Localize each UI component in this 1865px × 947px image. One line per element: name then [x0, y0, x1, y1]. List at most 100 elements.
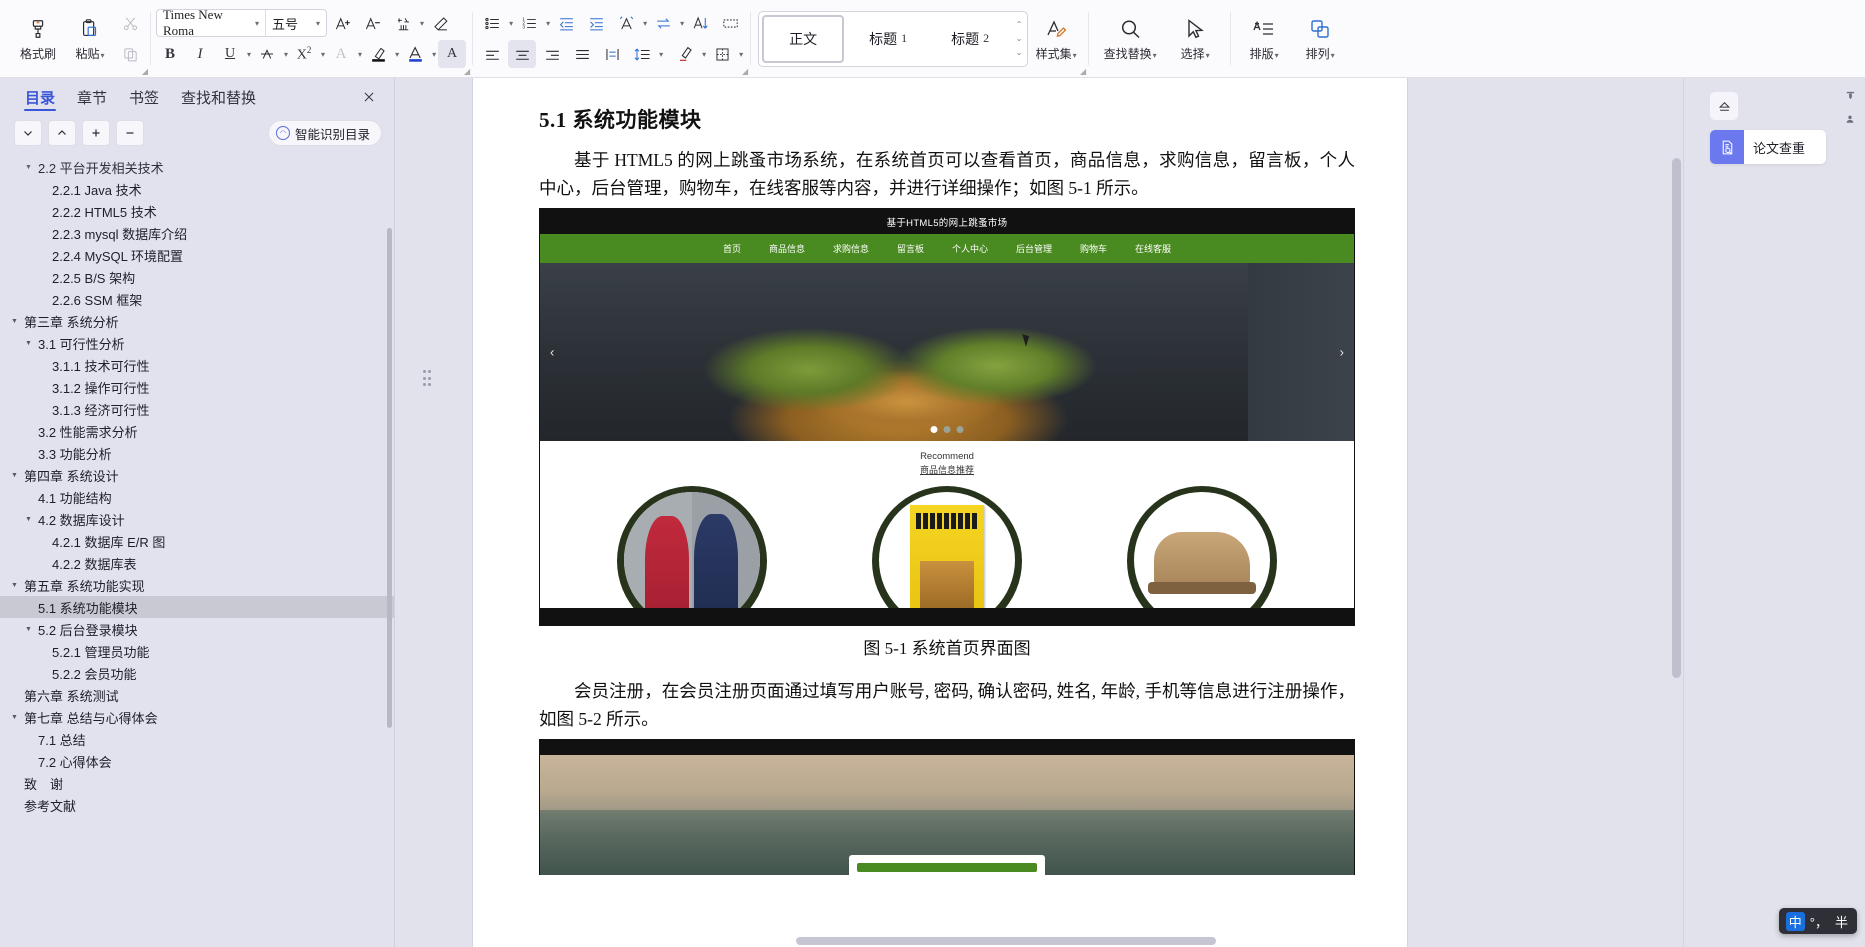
style-heading-1[interactable]: 标题 1: [847, 12, 929, 66]
character-shading-button[interactable]: A: [438, 40, 467, 68]
align-justify-button[interactable]: [568, 40, 596, 68]
increase-font-size-button[interactable]: [329, 9, 357, 37]
site-nav-item[interactable]: 购物车: [1066, 242, 1121, 255]
toc-item[interactable]: ▼ 3.1 可行性分析: [0, 332, 394, 354]
carousel-dot[interactable]: [956, 426, 964, 433]
show-paragraph-marks-button[interactable]: [716, 9, 744, 37]
chevron-down-icon[interactable]: ▾: [255, 19, 259, 28]
font-size-input[interactable]: 五号 ▾: [266, 14, 326, 33]
bold-button[interactable]: B: [156, 40, 184, 68]
toc-item[interactable]: ▼2.2.4 MySQL 环境配置: [0, 244, 394, 266]
chevron-down-icon[interactable]: ▼: [8, 582, 21, 589]
toc-item[interactable]: ▼2.2.2 HTML5 技术: [0, 200, 394, 222]
toc-item[interactable]: ▼2.2.3 mysql 数据库介绍: [0, 222, 394, 244]
line-spacing-button[interactable]: [628, 40, 656, 68]
chevron-down-icon[interactable]: ▾: [739, 50, 743, 59]
toc-item[interactable]: ▼4.2.2 数据库表: [0, 552, 394, 574]
site-nav-item[interactable]: 求购信息: [819, 242, 883, 255]
copy-button[interactable]: [116, 40, 144, 68]
superscript-button[interactable]: X2: [290, 40, 318, 68]
toc-item[interactable]: ▼参考文献: [0, 794, 394, 816]
style-set-button[interactable]: 样式集▾: [1030, 8, 1082, 70]
clear-format-button[interactable]: [426, 9, 454, 37]
style-scroll-up-icon[interactable]: ⌃: [1016, 20, 1023, 29]
chevron-down-icon[interactable]: ▾: [1153, 51, 1157, 60]
toc-item[interactable]: ▼3.3 功能分析: [0, 442, 394, 464]
plagiarism-check-button[interactable]: 论文查重: [1710, 130, 1826, 164]
clipboard-dialog-launcher[interactable]: ◢: [142, 67, 148, 76]
carousel-next-icon[interactable]: ›: [1340, 345, 1344, 360]
toc-item[interactable]: ▼3.1.1 技术可行性: [0, 354, 394, 376]
chevron-down-icon[interactable]: ▾: [680, 19, 684, 28]
toc-promote-button[interactable]: [82, 120, 110, 146]
toc-item[interactable]: ▼4.2.1 数据库 E/R 图: [0, 530, 394, 552]
strikethrough-button[interactable]: [253, 40, 281, 68]
chevron-down-icon[interactable]: ▼: [8, 714, 21, 721]
swap-direction-button[interactable]: [649, 9, 677, 37]
underline-button[interactable]: U: [216, 40, 244, 68]
toc-item[interactable]: ▼致 谢: [0, 772, 394, 794]
chevron-down-icon[interactable]: ▾: [1206, 51, 1210, 60]
chevron-down-icon[interactable]: ▼: [22, 164, 35, 171]
numbering-button[interactable]: 1 2 3: [515, 9, 543, 37]
document-scrollbar-thumb[interactable]: [1672, 158, 1681, 678]
toc-item[interactable]: ▼ 4.2 数据库设计: [0, 508, 394, 530]
carousel-prev-icon[interactable]: ‹: [550, 345, 554, 360]
text-direction-button[interactable]: [612, 9, 640, 37]
toc-item[interactable]: ▼ 5.2 后台登录模块: [0, 618, 394, 640]
chevron-down-icon[interactable]: ▾: [1331, 51, 1335, 60]
chevron-down-icon[interactable]: ▼: [22, 516, 35, 523]
sidebar-tab-find-replace[interactable]: 查找和替换: [170, 78, 267, 116]
toc-collapse-up-button[interactable]: [48, 120, 76, 146]
ime-mode-indicator[interactable]: 中: [1785, 911, 1805, 931]
chevron-down-icon[interactable]: ▾: [1275, 51, 1279, 60]
sidebar-tab-bookmarks[interactable]: 书签: [118, 78, 170, 116]
document-horizontal-scrollbar[interactable]: [796, 937, 1216, 945]
chevron-down-icon[interactable]: ▾: [284, 50, 288, 59]
increase-indent-button[interactable]: [582, 9, 610, 37]
panel-pin-icon[interactable]: [1843, 88, 1857, 102]
chevron-down-icon[interactable]: ▾: [321, 50, 325, 59]
decrease-font-size-button[interactable]: [359, 9, 387, 37]
chevron-down-icon[interactable]: ▾: [316, 19, 320, 28]
carousel-dots[interactable]: [930, 426, 964, 433]
close-icon[interactable]: [356, 84, 382, 110]
distribute-button[interactable]: [598, 40, 626, 68]
chevron-down-icon[interactable]: ▼: [22, 340, 35, 347]
site-nav-item[interactable]: 个人中心: [938, 242, 1002, 255]
chevron-down-icon[interactable]: ▾: [420, 19, 424, 28]
font-color-button[interactable]: [401, 40, 429, 68]
site-nav-item[interactable]: 首页: [709, 242, 755, 255]
style-expand-icon[interactable]: ⌄: [1016, 48, 1023, 57]
chevron-down-icon[interactable]: ▾: [247, 50, 251, 59]
product-card[interactable]: [1122, 484, 1282, 608]
align-left-button[interactable]: [478, 40, 506, 68]
document-page[interactable]: 5.1 系统功能模块 基于 HTML5 的网上跳蚤市场系统，在系统首页可以查看首…: [473, 78, 1407, 947]
toc-item[interactable]: ▼2.2.6 SSM 框架: [0, 288, 394, 310]
text-effect-button[interactable]: A: [327, 40, 355, 68]
chevron-down-icon[interactable]: ▾: [509, 19, 513, 28]
ime-width-toggle[interactable]: 半: [1833, 912, 1850, 931]
toc-item[interactable]: ▼7.2 心得体会: [0, 750, 394, 772]
site-nav-item[interactable]: 在线客服: [1121, 242, 1185, 255]
bullets-button[interactable]: [478, 9, 506, 37]
toc-demote-button[interactable]: [116, 120, 144, 146]
chevron-down-icon[interactable]: ▾: [702, 50, 706, 59]
borders-button[interactable]: [708, 40, 736, 68]
ime-status-badge[interactable]: 中 °， 半: [1778, 908, 1857, 934]
toc-item[interactable]: ▼第六章 系统测试: [0, 684, 394, 706]
italic-button[interactable]: I: [186, 40, 214, 68]
sidebar-tab-chapters[interactable]: 章节: [66, 78, 118, 116]
chevron-down-icon[interactable]: ▼: [22, 626, 35, 633]
chevron-down-icon[interactable]: ▾: [659, 50, 663, 59]
panel-user-icon[interactable]: [1843, 112, 1857, 126]
align-right-button[interactable]: [538, 40, 566, 68]
chevron-down-icon[interactable]: ▾: [101, 51, 105, 60]
typeset-button[interactable]: 排版▾: [1236, 8, 1292, 70]
site-nav-item[interactable]: 留言板: [883, 242, 938, 255]
toc-item[interactable]: ▼2.2.1 Java 技术: [0, 178, 394, 200]
toc-item[interactable]: ▼3.1.3 经济可行性: [0, 398, 394, 420]
toc-item[interactable]: ▼ 第五章 系统功能实现: [0, 574, 394, 596]
paragraph-dialog-launcher[interactable]: ◢: [742, 67, 748, 76]
font-family-input[interactable]: Times New Roma ▾: [157, 10, 265, 36]
